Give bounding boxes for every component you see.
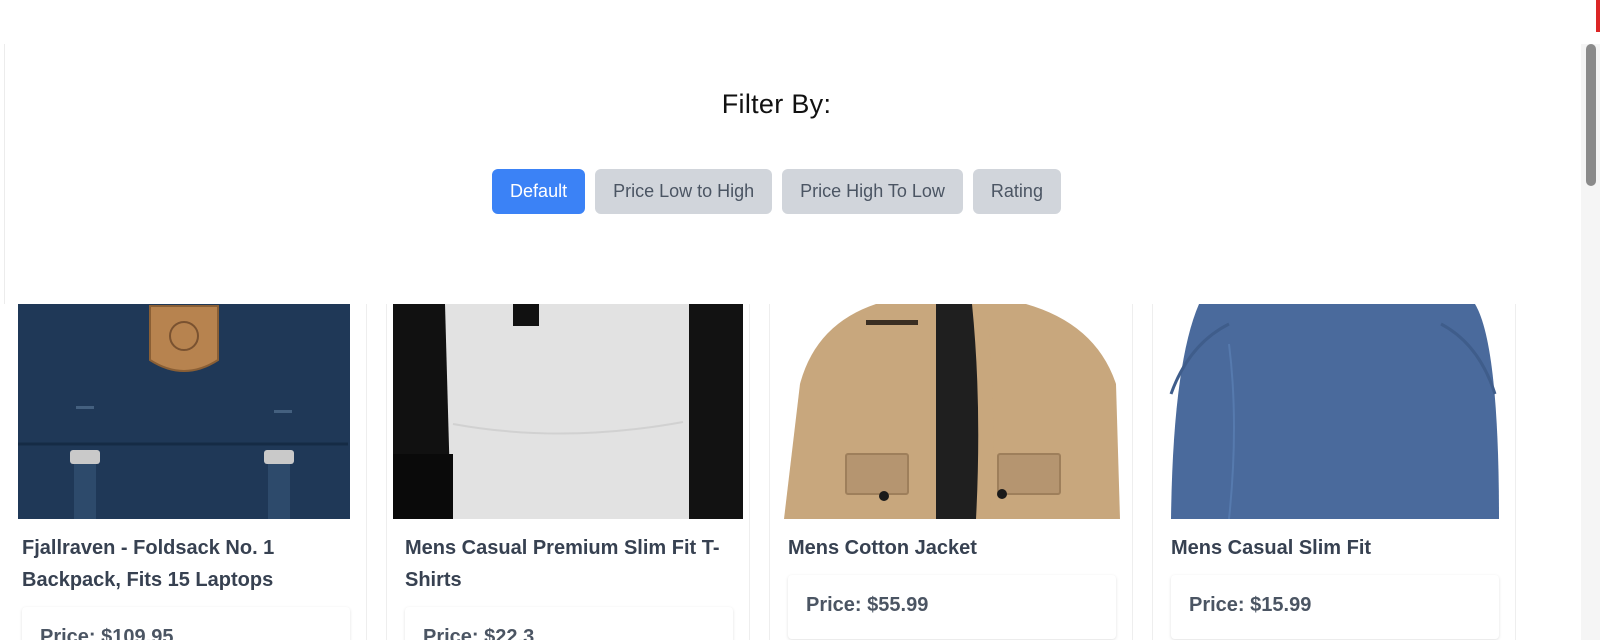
filter-bar: Default Price Low to High Price High To … [4,169,1549,214]
product-price: Price: $109.95 [40,626,174,640]
price-box: Price: $55.99 [788,575,1116,639]
filter-rating-button[interactable]: Rating [972,169,1061,214]
filter-title: Filter By: [721,89,832,119]
product-title[interactable]: Mens Casual Slim Fit [1171,532,1511,564]
price-box: Price: $15.99 [1171,575,1499,639]
scrollbar-thumb[interactable] [1586,44,1596,186]
products-page: Filter By: Default Price Low to High Pri… [4,44,1581,640]
product-image-backpack[interactable] [10,304,360,519]
product-card[interactable]: Mens Cotton Jacket Price: $55.99 [770,304,1132,640]
top-bar [0,0,1600,44]
product-image-tshirt[interactable] [393,304,743,519]
product-price: Price: $15.99 [1189,594,1312,616]
filter-price-high-low-button[interactable]: Price High To Low [782,169,963,214]
product-card[interactable]: Mens Casual Slim Fit Price: $15.99 [1153,304,1515,640]
product-grid: Fjallraven - Foldsack No. 1 Backpack, Fi… [4,304,1549,640]
product-title[interactable]: Mens Casual Premium Slim Fit T-Shirts [405,532,745,596]
vertical-scrollbar[interactable] [1581,44,1600,640]
product-image-slim-fit-shirt[interactable] [1159,304,1509,519]
product-price: Price: $22.3 [423,626,535,640]
price-box: Price: $109.95 [22,607,350,640]
product-title[interactable]: Fjallraven - Foldsack No. 1 Backpack, Fi… [22,532,362,596]
product-image-jacket[interactable] [776,304,1126,519]
filter-default-button[interactable]: Default [492,169,586,214]
price-box: Price: $22.3 [405,607,733,640]
product-price: Price: $55.99 [806,594,929,616]
product-card[interactable]: Mens Casual Premium Slim Fit T-Shirts Pr… [387,304,749,640]
product-card[interactable]: Fjallraven - Foldsack No. 1 Backpack, Fi… [4,304,366,640]
corner-indicator [1596,0,1600,32]
filter-price-low-high-button[interactable]: Price Low to High [595,169,773,214]
product-title[interactable]: Mens Cotton Jacket [788,532,1128,564]
